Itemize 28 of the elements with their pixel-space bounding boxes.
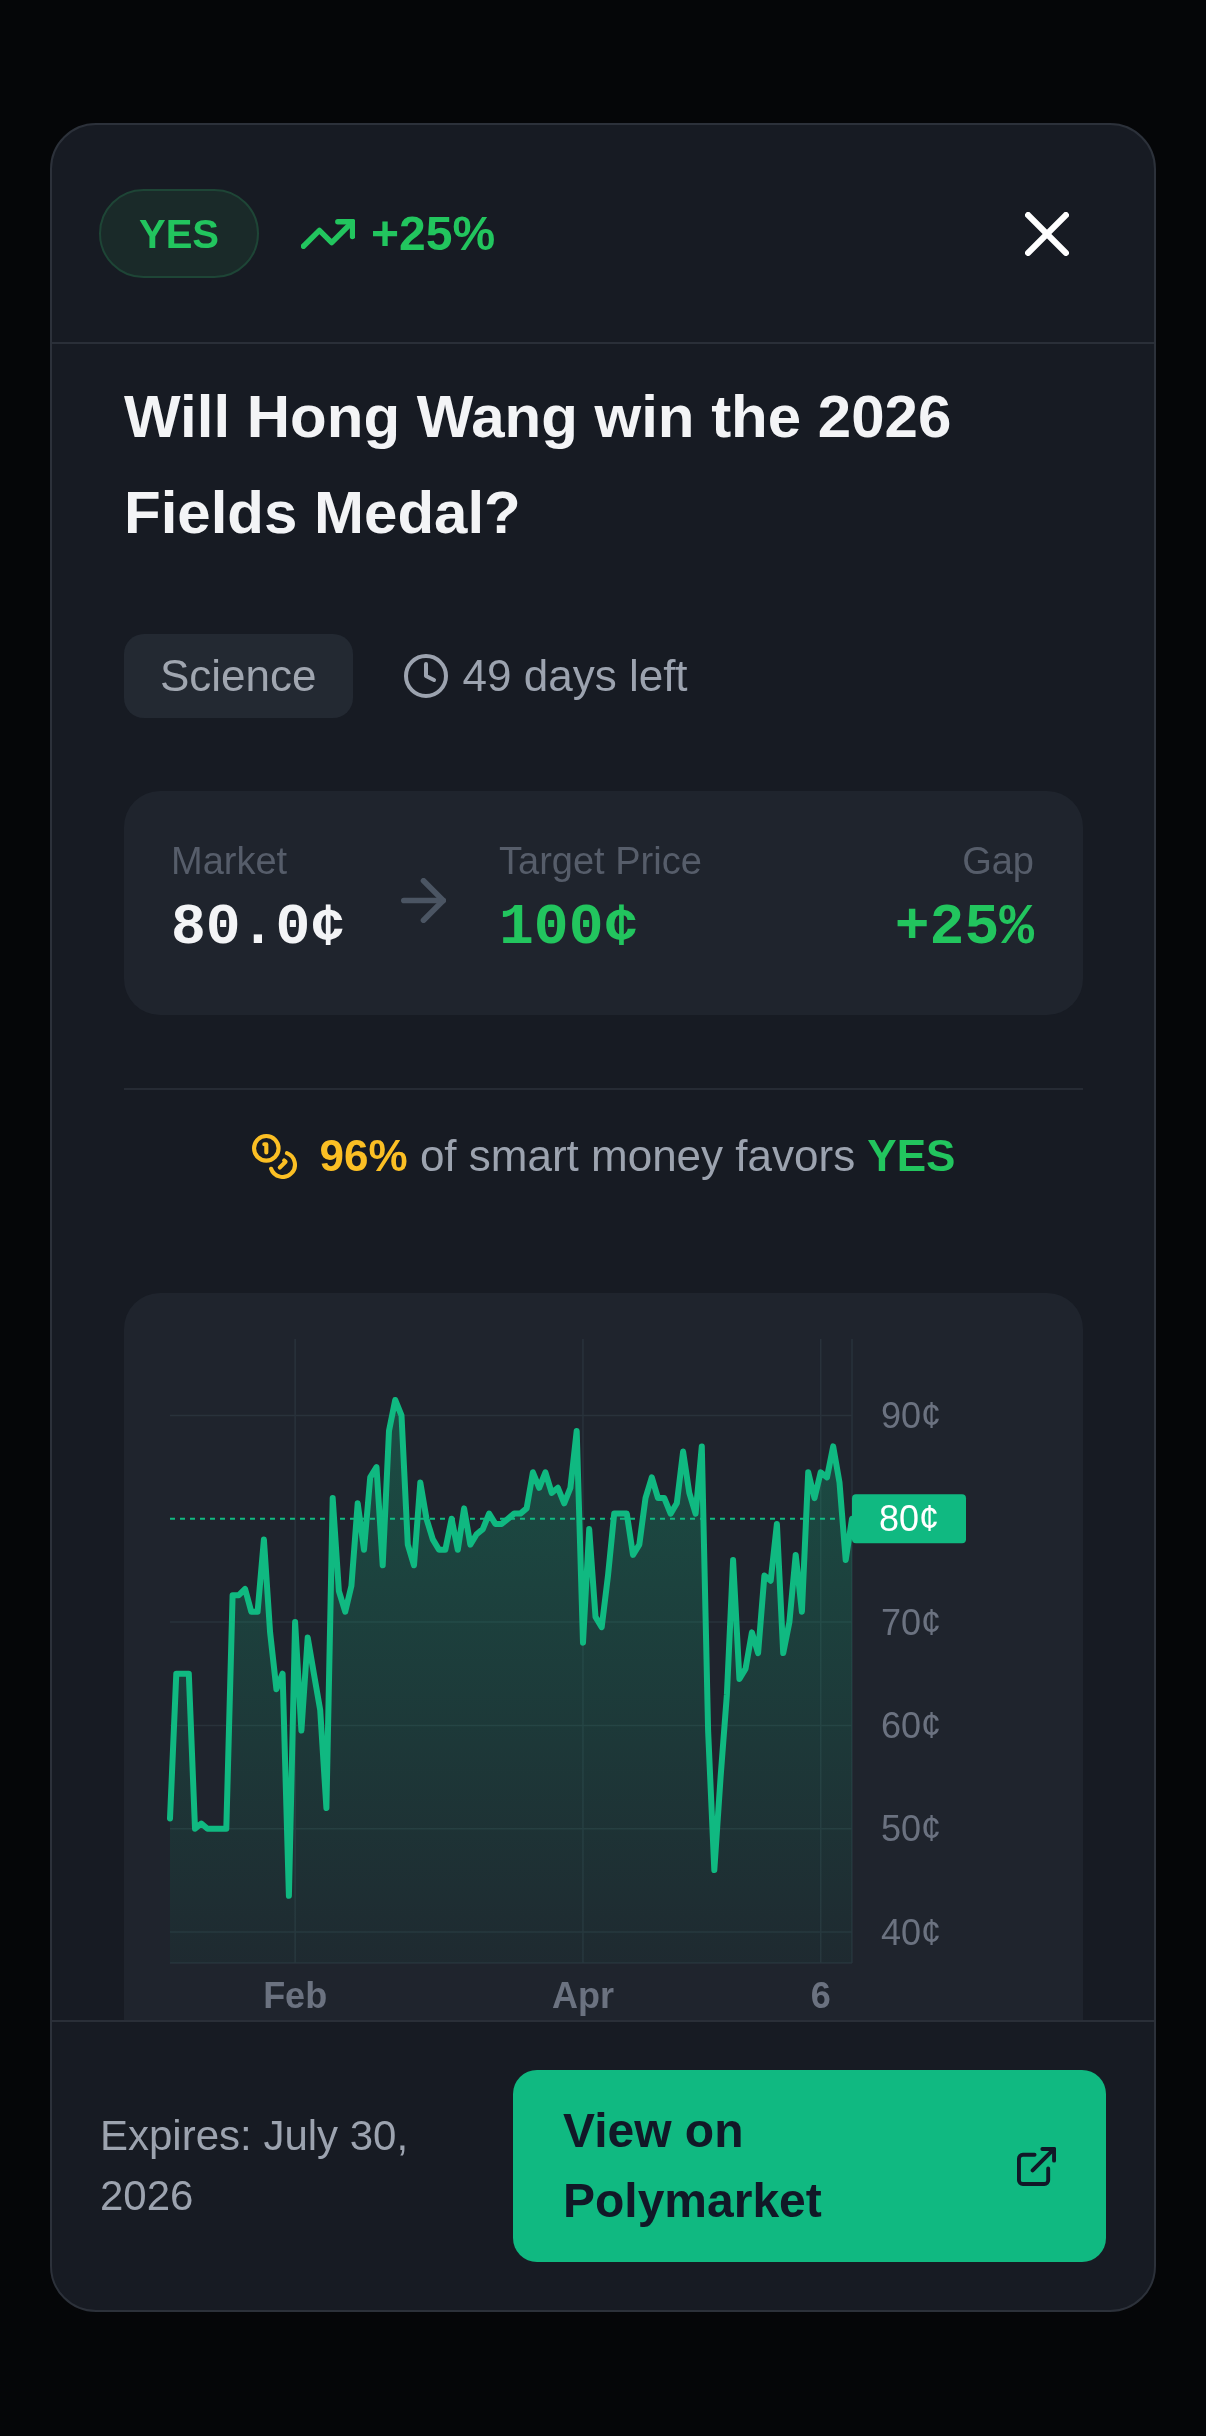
axis-label: 40¢: [881, 1911, 942, 1953]
axis-label: 6: [810, 1974, 831, 2016]
clock-icon: [403, 654, 448, 698]
view-market-button[interactable]: View on Polymarket: [513, 2070, 1106, 2262]
coins-icon: [251, 1133, 297, 1179]
stat-label: Gap: [962, 839, 1034, 884]
expiry-text: Expires: July 30, 2026: [100, 2111, 410, 2221]
category-tag: Science: [124, 634, 353, 718]
axis-label: 70¢: [881, 1601, 942, 1643]
change-text: +25%: [371, 205, 496, 262]
ref-line-label: 80¢: [878, 1498, 940, 1540]
axis-label: 60¢: [881, 1704, 942, 1746]
time-left-text: 49 days left: [462, 650, 688, 702]
external-link-icon: [1017, 2146, 1056, 2186]
stat-label: Market: [171, 839, 289, 884]
axis-label: Apr: [551, 1974, 614, 2016]
axis-label: Feb: [263, 1974, 328, 2016]
outcome-badge: YES: [99, 189, 260, 278]
stat-value: 80.0¢: [171, 894, 346, 962]
current-price-badge: 80¢: [852, 1494, 966, 1544]
stat-value: 100¢: [499, 894, 640, 962]
stat-label: Target Price: [499, 839, 702, 884]
smart-money-text: 96% of smart money favors YES: [319, 1130, 956, 1182]
close-icon: [1025, 211, 1069, 256]
stat-value: +25%: [894, 894, 1034, 962]
question-title: Will Hong Wang win the 2026 Fields Medal?: [124, 382, 953, 548]
axis-label: 90¢: [881, 1394, 942, 1436]
axis-label: 50¢: [881, 1808, 942, 1850]
